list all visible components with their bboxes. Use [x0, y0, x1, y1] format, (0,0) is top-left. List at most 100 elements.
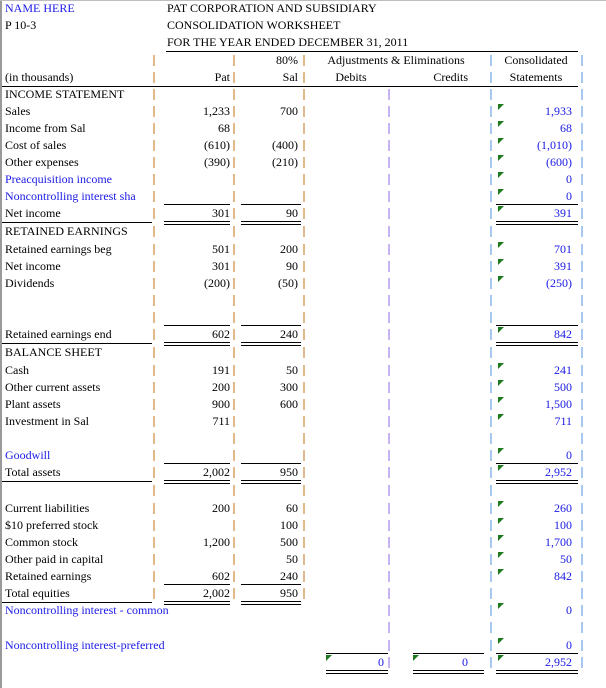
- consolidated-value[interactable]: [498, 292, 572, 309]
- debit-value[interactable]: [310, 120, 384, 137]
- credit-value[interactable]: [396, 241, 468, 258]
- consolidated-value[interactable]: [498, 585, 572, 602]
- credit-value[interactable]: 0: [396, 654, 468, 671]
- consolidated-value[interactable]: 391: [498, 258, 572, 275]
- credit-value[interactable]: [396, 292, 468, 309]
- consolidated-value[interactable]: 68: [498, 120, 572, 137]
- credit-value[interactable]: [396, 482, 468, 499]
- consolidated-value[interactable]: 241: [498, 362, 572, 379]
- consolidated-value[interactable]: 1,700: [498, 534, 572, 551]
- consolidated-value[interactable]: 391: [498, 205, 572, 222]
- debit-value[interactable]: [310, 326, 384, 343]
- debit-value[interactable]: [310, 619, 384, 636]
- sal-value[interactable]: (50): [240, 275, 298, 292]
- pat-value[interactable]: 501: [160, 241, 230, 258]
- pat-value[interactable]: [160, 619, 230, 636]
- consolidated-value[interactable]: 0: [498, 171, 572, 188]
- pat-value[interactable]: [160, 188, 230, 205]
- sal-value[interactable]: 60: [240, 500, 298, 517]
- consolidated-value[interactable]: 0: [498, 447, 572, 464]
- debit-value[interactable]: [310, 137, 384, 154]
- debit-value[interactable]: [310, 205, 384, 222]
- sal-value[interactable]: [240, 223, 298, 240]
- consolidated-value[interactable]: 260: [498, 500, 572, 517]
- sal-value[interactable]: [240, 447, 298, 464]
- debit-value[interactable]: [310, 171, 384, 188]
- credit-value[interactable]: [396, 258, 468, 275]
- pat-value[interactable]: [160, 344, 230, 361]
- consolidated-value[interactable]: 0: [498, 188, 572, 205]
- consolidated-value[interactable]: [498, 482, 572, 499]
- sal-value[interactable]: [240, 188, 298, 205]
- consolidated-value[interactable]: (1,010): [498, 137, 572, 154]
- credit-value[interactable]: [396, 551, 468, 568]
- pat-value[interactable]: 900: [160, 396, 230, 413]
- pat-value[interactable]: 2,002: [160, 585, 230, 602]
- debit-value[interactable]: [310, 482, 384, 499]
- debit-value[interactable]: [310, 568, 384, 585]
- pat-value[interactable]: [160, 292, 230, 309]
- pat-value[interactable]: (610): [160, 137, 230, 154]
- pat-value[interactable]: [160, 602, 230, 619]
- sal-value[interactable]: 90: [240, 205, 298, 222]
- pat-value[interactable]: [160, 637, 230, 654]
- debit-value[interactable]: [310, 447, 384, 464]
- debit-value[interactable]: [310, 86, 384, 103]
- consolidated-value[interactable]: 711: [498, 413, 572, 430]
- sal-value[interactable]: [240, 292, 298, 309]
- credit-value[interactable]: [396, 137, 468, 154]
- credit-value[interactable]: [396, 396, 468, 413]
- row-label[interactable]: Noncontrolling interest sha: [5, 188, 153, 205]
- consolidated-value[interactable]: 500: [498, 379, 572, 396]
- credit-value[interactable]: [396, 326, 468, 343]
- pat-value[interactable]: 2,002: [160, 464, 230, 481]
- credit-value[interactable]: [396, 430, 468, 447]
- sal-value[interactable]: [240, 86, 298, 103]
- sal-value[interactable]: [240, 344, 298, 361]
- debit-value[interactable]: [310, 551, 384, 568]
- debit-value[interactable]: [310, 464, 384, 481]
- sal-value[interactable]: 950: [240, 464, 298, 481]
- sal-value[interactable]: 600: [240, 396, 298, 413]
- sal-value[interactable]: [240, 654, 298, 671]
- credit-value[interactable]: [396, 362, 468, 379]
- consolidated-value[interactable]: [498, 86, 572, 103]
- consolidated-value[interactable]: [498, 309, 572, 326]
- consolidated-value[interactable]: (600): [498, 154, 572, 171]
- pat-value[interactable]: [160, 517, 230, 534]
- debit-value[interactable]: [310, 517, 384, 534]
- sal-value[interactable]: 240: [240, 568, 298, 585]
- pat-value[interactable]: 301: [160, 258, 230, 275]
- consolidated-value[interactable]: [498, 344, 572, 361]
- debit-value[interactable]: [310, 413, 384, 430]
- pat-value[interactable]: 1,233: [160, 103, 230, 120]
- consolidated-value[interactable]: [498, 619, 572, 636]
- consolidated-value[interactable]: [498, 430, 572, 447]
- debit-value[interactable]: [310, 258, 384, 275]
- sal-value[interactable]: [240, 482, 298, 499]
- credit-value[interactable]: [396, 464, 468, 481]
- credit-value[interactable]: [396, 344, 468, 361]
- pat-value[interactable]: [160, 447, 230, 464]
- pat-value[interactable]: 711: [160, 413, 230, 430]
- consolidated-value[interactable]: 842: [498, 326, 572, 343]
- pat-value[interactable]: 301: [160, 205, 230, 222]
- sal-value[interactable]: [240, 413, 298, 430]
- credit-value[interactable]: [396, 154, 468, 171]
- debit-value[interactable]: [310, 500, 384, 517]
- debit-value[interactable]: [310, 585, 384, 602]
- consolidated-value[interactable]: 1,500: [498, 396, 572, 413]
- credit-value[interactable]: [396, 602, 468, 619]
- debit-value[interactable]: [310, 362, 384, 379]
- sal-value[interactable]: [240, 171, 298, 188]
- debit-value[interactable]: [310, 292, 384, 309]
- debit-value[interactable]: [310, 309, 384, 326]
- credit-value[interactable]: [396, 120, 468, 137]
- credit-value[interactable]: [396, 275, 468, 292]
- sal-value[interactable]: [240, 637, 298, 654]
- credit-value[interactable]: [396, 86, 468, 103]
- sal-value[interactable]: 50: [240, 551, 298, 568]
- debit-value[interactable]: [310, 602, 384, 619]
- debit-value[interactable]: [310, 241, 384, 258]
- credit-value[interactable]: [396, 309, 468, 326]
